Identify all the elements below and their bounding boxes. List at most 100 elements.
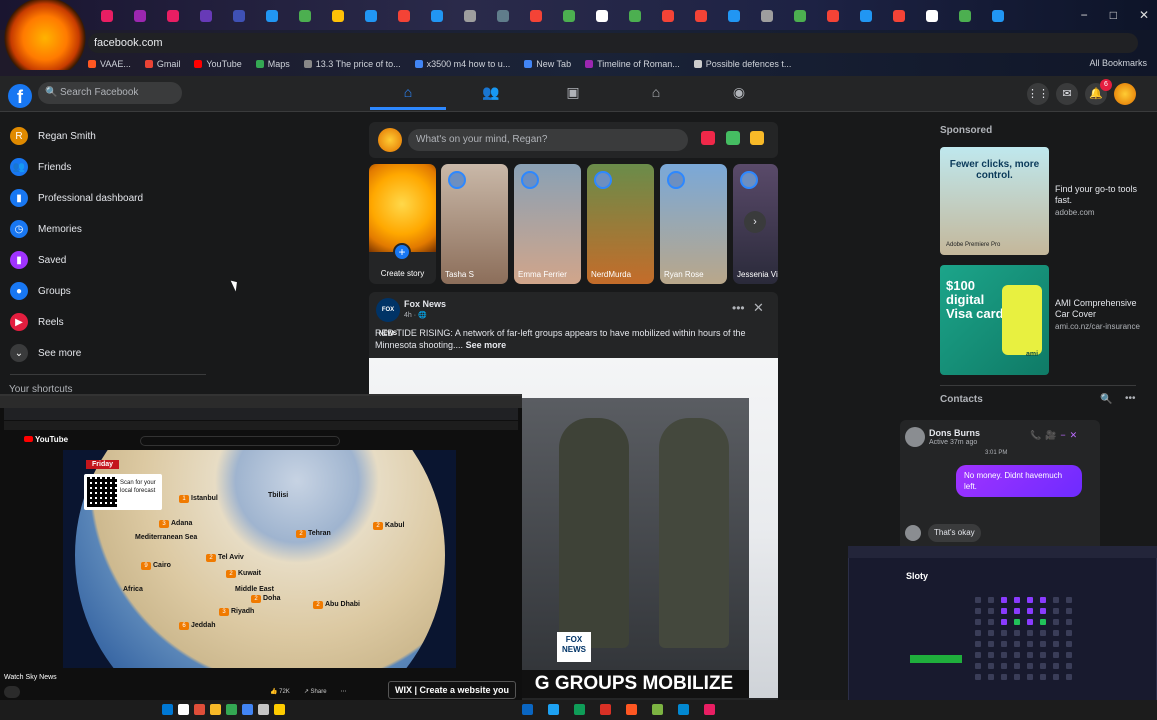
sidebar-item[interactable]: ▶ Reels	[10, 310, 64, 334]
planner-cell[interactable]	[1066, 597, 1072, 603]
planner-cell[interactable]	[1066, 674, 1072, 680]
browser-tab[interactable]	[266, 10, 278, 22]
messenger-icon[interactable]: ✉	[1056, 83, 1078, 105]
story-card[interactable]: Ryan Rose	[660, 164, 727, 284]
planner-cell[interactable]	[1053, 674, 1059, 680]
taskbar-app-icon[interactable]	[626, 704, 637, 715]
planner-action-bar[interactable]	[910, 655, 962, 663]
tab-home[interactable]: ⌂	[368, 84, 448, 106]
bookmark-item[interactable]: Maps	[255, 59, 290, 69]
search-icon[interactable]: 🔍	[1100, 394, 1112, 405]
composer-input[interactable]: What's on your mind, Regan?	[408, 129, 688, 151]
youtube-search-input[interactable]	[140, 436, 340, 446]
planner-cell[interactable]	[1040, 663, 1046, 669]
planner-cell[interactable]	[1040, 597, 1046, 603]
sidebar-item[interactable]: ▮ Professional dashboard	[10, 186, 143, 210]
planner-cell[interactable]	[1014, 619, 1020, 625]
planner-cell[interactable]	[988, 619, 994, 625]
ad-text[interactable]: AMI Comprehensive Car Cover ami.co.nz/ca…	[1055, 298, 1150, 332]
see-more-link[interactable]: See more	[466, 340, 507, 350]
plus-icon[interactable]: +	[393, 243, 411, 261]
planner-cell[interactable]	[1027, 641, 1033, 647]
minimize-icon[interactable]: −	[1081, 8, 1088, 22]
planner-cell[interactable]	[1053, 641, 1059, 647]
planner-cell[interactable]	[1027, 608, 1033, 614]
planner-cell[interactable]	[1066, 608, 1072, 614]
planner-cell[interactable]	[1001, 597, 1007, 603]
planner-cell[interactable]	[1014, 608, 1020, 614]
planner-cell[interactable]	[1014, 641, 1020, 647]
taskbar-app-icon[interactable]	[522, 704, 533, 715]
sidebar-item[interactable]: R Regan Smith	[10, 124, 96, 148]
planner-cell[interactable]	[975, 663, 981, 669]
sidebar-item[interactable]: ⌄ See more	[10, 341, 81, 365]
sidebar-item[interactable]: ▮ Saved	[10, 248, 66, 272]
planner-cell[interactable]	[1040, 608, 1046, 614]
live-video-icon[interactable]	[701, 131, 715, 145]
planner-cell[interactable]	[1001, 630, 1007, 636]
browser-tab[interactable]	[200, 10, 212, 22]
planner-cell[interactable]	[1066, 641, 1072, 647]
youtube-logo[interactable]: YouTube	[24, 435, 68, 444]
planner-cell[interactable]	[1014, 630, 1020, 636]
browser-tab[interactable]	[926, 10, 938, 22]
browser-tab[interactable]	[728, 10, 740, 22]
taskbar-app-icon[interactable]	[242, 704, 253, 715]
wix-ad-banner[interactable]: WIX | Create a website you	[388, 681, 517, 699]
bookmark-item[interactable]: New Tab	[524, 59, 571, 69]
address-bar[interactable]: facebook.com	[88, 33, 1138, 53]
browser-tab[interactable]	[662, 10, 674, 22]
planner-cell[interactable]	[1027, 674, 1033, 680]
planner-cell[interactable]	[1001, 674, 1007, 680]
planner-cell[interactable]	[1040, 652, 1046, 658]
video-actions[interactable]: 👍 72K ↗ Share ⋯	[270, 688, 347, 695]
browser-tab[interactable]	[629, 10, 641, 22]
planner-cell[interactable]	[1053, 608, 1059, 614]
taskbar-app-icon[interactable]	[178, 704, 189, 715]
account-icon[interactable]	[1114, 83, 1136, 105]
planner-cell[interactable]	[1027, 663, 1033, 669]
planner-cell[interactable]	[975, 630, 981, 636]
sidebar-item[interactable]: ● Groups	[10, 279, 71, 303]
planner-cell[interactable]	[1040, 674, 1046, 680]
tab-friends[interactable]: 👥	[451, 84, 531, 106]
taskbar-app-icon[interactable]	[210, 704, 221, 715]
bookmark-item[interactable]: 13.3 The price of to...	[303, 59, 401, 69]
close-icon[interactable]: ✕	[1139, 8, 1149, 22]
planner-cell[interactable]	[988, 630, 994, 636]
planner-cell[interactable]	[1001, 619, 1007, 625]
planner-cell[interactable]	[988, 641, 994, 647]
planner-cell[interactable]	[975, 641, 981, 647]
browser-tab[interactable]	[464, 10, 476, 22]
bookmark-item[interactable]: VAAE...	[88, 59, 131, 69]
avatar[interactable]	[905, 427, 925, 447]
browser-tab[interactable]	[332, 10, 344, 22]
chat-controls[interactable]: 📞🎥−✕	[1030, 430, 1081, 441]
planner-cell[interactable]	[975, 619, 981, 625]
browser-tab[interactable]	[596, 10, 608, 22]
taskbar-app-icon[interactable]	[574, 704, 585, 715]
browser-tab[interactable]	[959, 10, 971, 22]
browser-tab[interactable]	[860, 10, 872, 22]
browser-tab[interactable]	[695, 10, 707, 22]
planner-cell[interactable]	[1001, 652, 1007, 658]
planner-cell[interactable]	[1066, 630, 1072, 636]
planner-cell[interactable]	[1066, 663, 1072, 669]
planner-cell[interactable]	[1014, 674, 1020, 680]
planner-cell[interactable]	[1027, 619, 1033, 625]
window-controls[interactable]: − □ ✕	[1081, 8, 1149, 22]
browser-tab[interactable]	[134, 10, 146, 22]
youtube-address-bar[interactable]	[4, 408, 518, 420]
taskbar-app-icon[interactable]	[600, 704, 611, 715]
avatar[interactable]	[378, 128, 402, 152]
taskbar-app-icon[interactable]	[226, 704, 237, 715]
photo-icon[interactable]	[726, 131, 740, 145]
planner-cell[interactable]	[1014, 652, 1020, 658]
planner-cell[interactable]	[1027, 630, 1033, 636]
video-title[interactable]: Watch Sky News	[4, 674, 57, 681]
create-story-card[interactable]: + Create story	[369, 164, 436, 284]
tab-watch[interactable]: ▣	[533, 84, 613, 106]
taskbar-app-icon[interactable]	[704, 704, 715, 715]
browser-tab[interactable]	[431, 10, 443, 22]
planner-cell[interactable]	[988, 608, 994, 614]
